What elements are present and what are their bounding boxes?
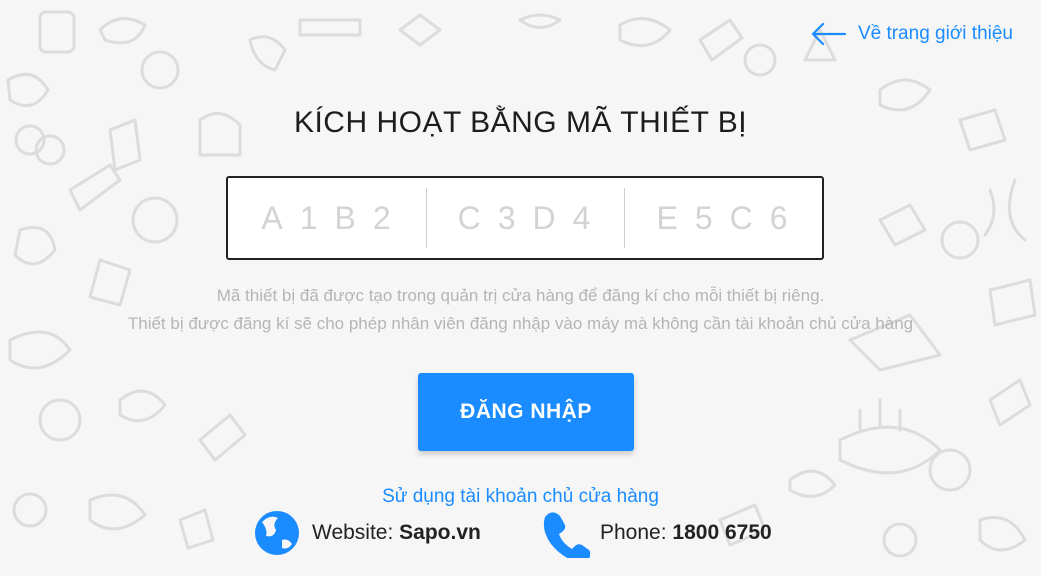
back-to-intro-link[interactable]: Về trang giới thiệu <box>810 22 1013 46</box>
phone-value: 1800 6750 <box>672 521 772 544</box>
login-button[interactable]: ĐĂNG NHẬP <box>418 373 634 451</box>
hint-text-line-2: Thiết bị được đăng kí sẽ cho phép nhân v… <box>127 314 914 333</box>
phone-icon <box>543 512 590 558</box>
phone-label: Phone: <box>600 521 667 544</box>
device-code-segment-3 <box>624 178 822 258</box>
footer-phone: Phone: 1800 6750 <box>540 508 772 558</box>
device-code-input-3[interactable] <box>624 178 822 258</box>
device-code-input-2[interactable] <box>426 178 624 258</box>
device-code-segment-2 <box>426 178 624 258</box>
back-to-intro-label: Về trang giới thiệu <box>857 23 1013 44</box>
owner-account-link[interactable]: Sử dụng tài khoản chủ cửa hàng <box>0 486 1041 508</box>
device-code-input-group <box>226 176 824 260</box>
device-code-segment-1 <box>228 178 426 258</box>
hint-text-line-1: Mã thiết bị đã được tạo trong quản trị c… <box>216 286 825 305</box>
page-title: KÍCH HOẠT BẰNG MÃ THIẾT BỊ <box>293 106 748 140</box>
footer-website: Website: Sapo.vn <box>252 508 481 558</box>
device-code-input-1[interactable] <box>228 178 426 258</box>
website-label: Website: <box>312 521 394 544</box>
arrow-left-icon <box>811 22 846 46</box>
globe-icon <box>255 511 299 555</box>
website-value: Sapo.vn <box>399 521 481 544</box>
